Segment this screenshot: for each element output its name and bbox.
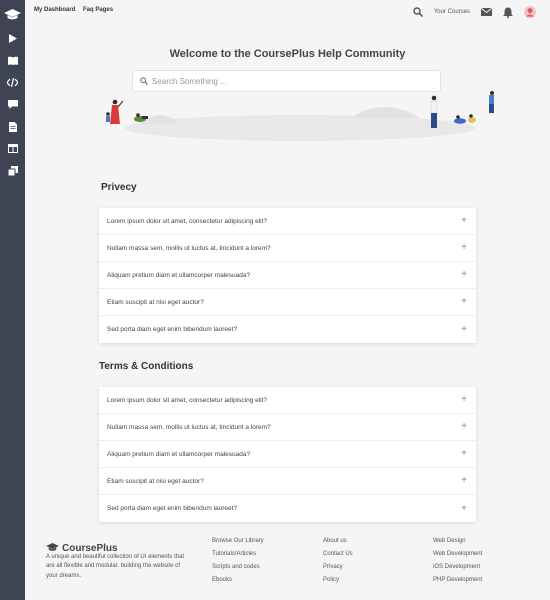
play-icon[interactable]	[7, 33, 18, 44]
nav-faq-pages[interactable]: Faq Pages	[83, 7, 113, 13]
plus-icon[interactable]: +	[461, 395, 467, 405]
faq-question: Nullam massa sem, mollis ut luctus at, t…	[107, 423, 271, 431]
faq-item[interactable]: Etiam suscipit at nisi eget auctor? +	[99, 289, 476, 316]
nav-my-dashboard[interactable]: My Dashboard	[34, 7, 75, 13]
graduation-cap-icon[interactable]	[4, 8, 21, 20]
hero-section: Welcome to the CoursePlus Help Community	[25, 26, 550, 156]
plus-icon[interactable]: +	[461, 216, 467, 226]
footer: CoursePlus A unique and beautiful collec…	[25, 528, 550, 600]
plus-icon[interactable]: +	[461, 449, 467, 459]
faq-question: Aliquam pretium diam et ullamcorper male…	[107, 271, 251, 279]
faq-question: Nullam massa sem, mollis ut luctus at, t…	[107, 244, 271, 252]
footer-link[interactable]: Privacy	[323, 564, 353, 577]
footer-link[interactable]: About us	[323, 538, 353, 551]
faq-item[interactable]: Aliquam pretium diam et ullamcorper male…	[99, 441, 476, 468]
code-icon[interactable]	[7, 77, 18, 88]
footer-column-library: Browse Our Library Tutorials/Articles Sc…	[212, 538, 264, 590]
faq-item[interactable]: Aliquam pretium diam et ullamcorper male…	[99, 262, 476, 289]
search-icon[interactable]	[412, 6, 424, 18]
faq-item[interactable]: Sed porta diam eget enim bibendum laoree…	[99, 495, 476, 522]
hero-illustration	[106, 91, 494, 141]
footer-link[interactable]: Contact Us	[323, 551, 353, 564]
book-icon[interactable]	[7, 55, 18, 66]
faq-question: Etiam suscipit at nisi eget auctor?	[107, 298, 204, 306]
avatar[interactable]	[524, 6, 536, 18]
copy-icon[interactable]	[7, 165, 18, 176]
plus-icon[interactable]: +	[461, 476, 467, 486]
faq-item[interactable]: Nullam massa sem, mollis ut luctus at, t…	[99, 235, 476, 262]
page-title: Welcome to the CoursePlus Help Community	[169, 48, 406, 60]
faq-card-terms: Lorem ipsum dolor sit amet, consectetur …	[99, 387, 476, 522]
bell-icon[interactable]	[502, 6, 514, 18]
footer-link[interactable]: Browse Our Library	[212, 538, 264, 551]
plus-icon[interactable]: +	[461, 243, 467, 253]
faq-item[interactable]: Lorem ipsum dolor sit amet, consectetur …	[99, 208, 476, 235]
brand-description: A unique and beautiful collection of UI …	[46, 554, 185, 579]
faq-card-privacy: Lorem ipsum dolor sit amet, consectetur …	[99, 208, 476, 343]
footer-column-development: Web Design Web Development iOS Developme…	[433, 538, 482, 590]
footer-link[interactable]: Policy	[323, 577, 353, 590]
footer-link[interactable]: Web Development	[433, 551, 482, 564]
plus-icon[interactable]: +	[461, 503, 467, 514]
mail-icon[interactable]	[480, 6, 492, 18]
top-right-actions: Your Courses	[402, 6, 536, 18]
faq-question: Sed porta diam eget enim bibendum laoree…	[107, 505, 238, 512]
browser-icon[interactable]	[7, 143, 18, 154]
footer-link[interactable]: Tutorials/Articles	[212, 551, 264, 564]
top-bar: My Dashboard Faq Pages Your Courses	[25, 0, 550, 26]
plus-icon[interactable]: +	[461, 297, 467, 307]
footer-column-about: About us Contact Us Privacy Policy	[323, 538, 353, 590]
chat-icon[interactable]	[7, 99, 18, 110]
faq-question: Lorem ipsum dolor sit amet, consectetur …	[107, 217, 268, 225]
section-title-terms: Terms & Conditions	[99, 361, 194, 372]
footer-link[interactable]: Scripts and codes	[212, 564, 264, 577]
sidebar	[0, 0, 25, 600]
faq-item[interactable]: Etiam suscipit at nisi eget auctor? +	[99, 468, 476, 495]
breadcrumb-nav: My Dashboard Faq Pages	[34, 7, 119, 13]
faq-question: Sed porta diam eget enim bibendum laoree…	[107, 326, 238, 333]
brand-name: CoursePlus	[62, 542, 118, 554]
faq-item[interactable]: Nullam massa sem, mollis ut luctus at, t…	[99, 414, 476, 441]
plus-icon[interactable]: +	[461, 422, 467, 432]
your-courses-link[interactable]: Your Courses	[434, 9, 470, 15]
footer-link[interactable]: Web Design	[433, 538, 482, 551]
document-icon[interactable]	[7, 121, 18, 132]
faq-question: Aliquam pretium diam et ullamcorper male…	[107, 450, 251, 458]
plus-icon[interactable]: +	[461, 324, 467, 335]
footer-link[interactable]: PHP Development	[433, 577, 482, 590]
section-title-privacy: Privecy	[101, 182, 137, 193]
faq-item[interactable]: Sed porta diam eget enim bibendum laoree…	[99, 316, 476, 343]
footer-link[interactable]: iOS Development	[433, 564, 482, 577]
footer-link[interactable]: Ebooks	[212, 577, 264, 590]
faq-question: Lorem ipsum dolor sit amet, consectetur …	[107, 396, 268, 404]
faq-item[interactable]: Lorem ipsum dolor sit amet, consectetur …	[99, 387, 476, 414]
faq-question: Etiam suscipit at nisi eget auctor?	[107, 477, 204, 485]
plus-icon[interactable]: +	[461, 270, 467, 280]
search-input[interactable]	[152, 76, 432, 86]
